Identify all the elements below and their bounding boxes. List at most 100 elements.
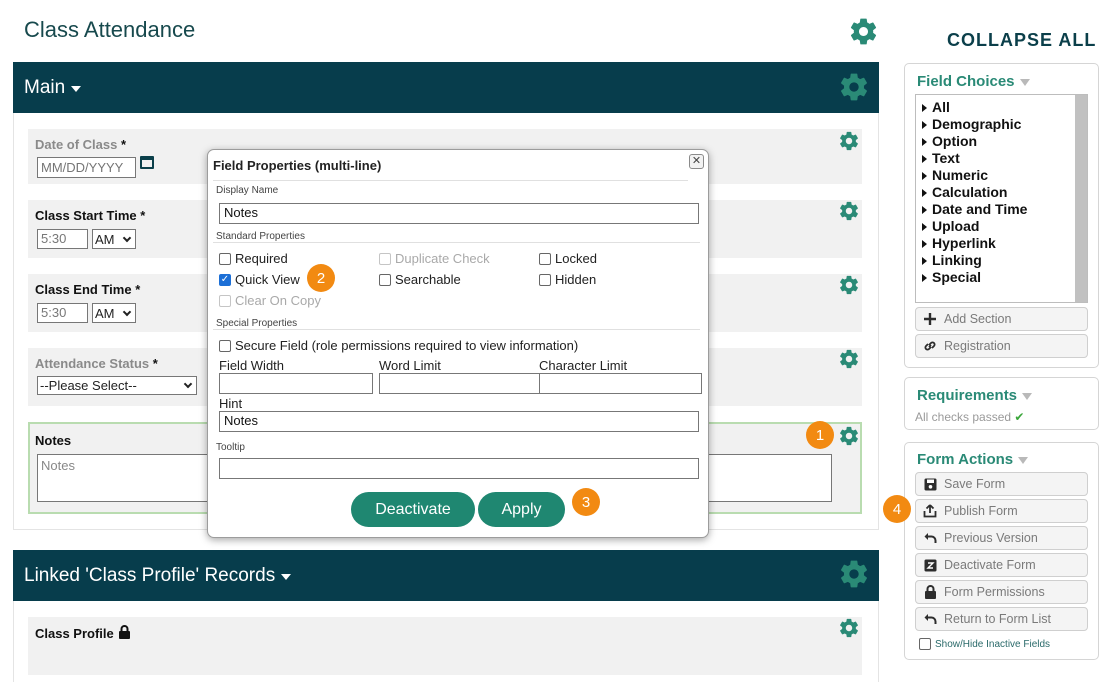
callout-2: 2: [307, 264, 335, 292]
list-item[interactable]: Text: [922, 150, 1072, 167]
show-hide-inactive-checkbox[interactable]: [919, 638, 931, 650]
select-value: AM: [95, 305, 115, 321]
select-value: --Please Select--: [40, 378, 137, 393]
quick-view-checkbox-row[interactable]: ✓ Quick View: [219, 272, 300, 287]
save-form-button[interactable]: Save Form: [915, 472, 1088, 496]
main-section-gear-icon[interactable]: [838, 71, 870, 108]
page-settings-gear-icon[interactable]: [848, 16, 879, 52]
date-of-class-input[interactable]: [37, 157, 136, 178]
linked-section-title: Linked 'Class Profile' Records: [24, 564, 276, 586]
form-actions-header[interactable]: Form Actions: [917, 451, 1029, 468]
upload-icon: [922, 504, 938, 518]
linked-section-gear-icon[interactable]: [838, 558, 870, 595]
registration-label: Registration: [944, 339, 1011, 353]
list-item[interactable]: Demographic: [922, 116, 1072, 133]
field-gear-icon[interactable]: [838, 348, 860, 375]
apply-button[interactable]: Apply: [478, 492, 565, 527]
notes-label: Notes: [35, 433, 72, 448]
class-profile-gear-icon[interactable]: [838, 617, 860, 644]
divider: [213, 329, 700, 330]
field-gear-icon[interactable]: [838, 130, 860, 157]
expand-arrow-icon: [922, 256, 927, 265]
field-width-input[interactable]: [219, 373, 373, 394]
class-end-time-input[interactable]: 5:30: [37, 303, 88, 323]
list-item[interactable]: Special: [922, 269, 1072, 286]
class-start-ampm-select[interactable]: AM: [92, 229, 136, 249]
quick-view-checkbox[interactable]: ✓: [219, 273, 231, 286]
list-item[interactable]: Linking: [922, 252, 1072, 269]
list-item[interactable]: Date and Time: [922, 201, 1072, 218]
callout-4: 4: [883, 495, 911, 523]
divider: [213, 242, 700, 243]
attendance-status-select[interactable]: --Please Select--: [37, 376, 197, 395]
caret-down-icon: [1022, 392, 1033, 400]
form-permissions-button[interactable]: Form Permissions: [915, 580, 1088, 604]
list-item[interactable]: Hyperlink: [922, 235, 1072, 252]
duplicate-check-label: Duplicate Check: [395, 251, 490, 266]
character-limit-input[interactable]: [539, 373, 702, 394]
field-choices-header[interactable]: Field Choices: [917, 73, 1030, 90]
required-checkbox-row[interactable]: Required: [219, 251, 288, 266]
word-limit-input[interactable]: [379, 373, 540, 394]
expand-arrow-icon: [922, 273, 927, 282]
field-gear-icon[interactable]: [838, 274, 860, 301]
z-box-icon: [922, 559, 938, 572]
field-choices-items: All Demographic Option Text Numeric Calc…: [922, 99, 1072, 286]
checkmark-icon: ✔: [1014, 410, 1025, 424]
clear-on-copy-checkbox: [219, 294, 231, 307]
list-item-label: Date and Time: [932, 201, 1028, 217]
class-end-time-label: Class End Time *: [35, 282, 141, 297]
date-of-class-label: Date of Class *: [35, 137, 127, 152]
collapse-all-button[interactable]: COLLAPSE ALL: [947, 30, 1096, 51]
calendar-icon[interactable]: [140, 156, 154, 169]
deactivate-button[interactable]: Deactivate: [351, 492, 475, 527]
hidden-checkbox-row[interactable]: Hidden: [539, 272, 596, 287]
locked-checkbox[interactable]: [539, 252, 551, 265]
return-to-form-list-button[interactable]: Return to Form List: [915, 607, 1088, 631]
save-icon: [922, 478, 938, 491]
class-start-time-input[interactable]: 5:30: [37, 229, 88, 249]
list-item[interactable]: Numeric: [922, 167, 1072, 184]
locked-checkbox-row[interactable]: Locked: [539, 251, 597, 266]
hint-label: Hint: [219, 396, 243, 411]
list-item[interactable]: Upload: [922, 218, 1072, 235]
quick-view-label: Quick View: [235, 272, 300, 287]
list-item[interactable]: All: [922, 99, 1072, 116]
list-item[interactable]: Calculation: [922, 184, 1072, 201]
display-name-label: Display Name: [216, 185, 279, 196]
requirements-header[interactable]: Requirements: [917, 387, 1033, 404]
linked-section-header[interactable]: Linked 'Class Profile' Records: [13, 550, 879, 601]
secure-field-checkbox[interactable]: [219, 339, 231, 352]
hidden-checkbox[interactable]: [539, 273, 551, 286]
notes-gear-icon[interactable]: [838, 425, 860, 452]
show-hide-inactive-row[interactable]: Show/Hide Inactive Fields: [919, 638, 1050, 650]
close-icon[interactable]: ✕: [689, 154, 704, 169]
list-item-label: All: [932, 99, 950, 115]
list-scrollbar[interactable]: [1075, 95, 1087, 302]
show-hide-inactive-label: Show/Hide Inactive Fields: [935, 638, 1051, 650]
previous-version-label: Previous Version: [944, 531, 1038, 545]
publish-form-button[interactable]: Publish Form: [915, 499, 1088, 523]
tooltip-textarea[interactable]: [219, 458, 699, 479]
main-section-header[interactable]: Main: [13, 62, 879, 113]
list-item-label: Option: [932, 133, 978, 149]
deactivate-form-button[interactable]: Deactivate Form: [915, 553, 1088, 577]
expand-arrow-icon: [922, 222, 927, 231]
registration-button[interactable]: Registration: [915, 334, 1088, 358]
field-gear-icon[interactable]: [838, 200, 860, 227]
secure-field-checkbox-row[interactable]: Secure Field (role permissions required …: [219, 338, 578, 353]
display-name-input[interactable]: Notes: [219, 203, 699, 224]
hint-textarea[interactable]: Notes: [219, 411, 699, 432]
class-profile-field: [28, 617, 862, 675]
list-item-label: Calculation: [932, 184, 1008, 200]
list-item-label: Hyperlink: [932, 235, 996, 251]
searchable-checkbox[interactable]: [379, 273, 391, 286]
add-section-button[interactable]: Add Section: [915, 307, 1088, 331]
class-end-ampm-select[interactable]: AM: [92, 303, 136, 323]
standard-properties-label: Standard Properties: [216, 231, 305, 242]
required-checkbox[interactable]: [219, 252, 231, 265]
searchable-checkbox-row[interactable]: Searchable: [379, 272, 461, 287]
list-item[interactable]: Option: [922, 133, 1072, 150]
previous-version-button[interactable]: Previous Version: [915, 526, 1088, 550]
expand-arrow-icon: [922, 171, 927, 180]
